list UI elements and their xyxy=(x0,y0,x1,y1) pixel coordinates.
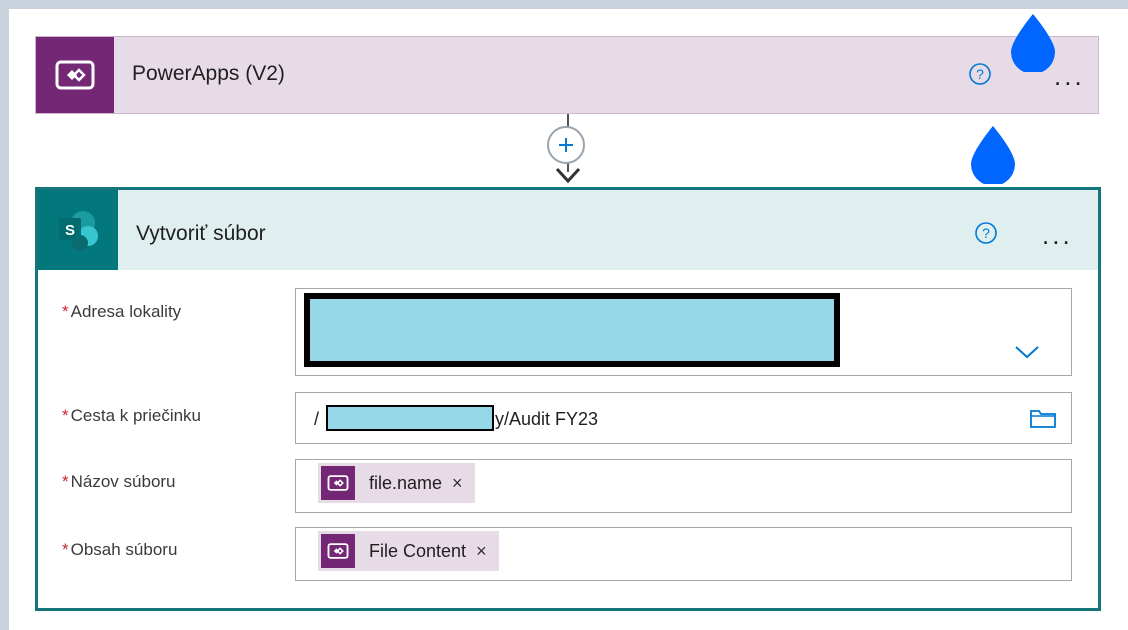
file-content-label: * Obsah súboru xyxy=(62,540,177,560)
more-options-button[interactable]: ... xyxy=(1042,222,1073,248)
required-marker: * xyxy=(62,406,69,425)
powerapps-icon xyxy=(321,534,355,568)
help-icon[interactable]: ? xyxy=(974,221,998,245)
required-marker: * xyxy=(62,302,69,321)
redacted-area xyxy=(326,405,494,431)
plus-icon xyxy=(559,138,573,152)
folder-path-value: y/Audit FY23 xyxy=(495,409,599,429)
chevron-down-icon[interactable] xyxy=(1013,343,1041,361)
arrow-down-icon xyxy=(555,167,581,184)
dynamic-content-token[interactable]: file.name × xyxy=(318,463,475,503)
folder-path-label: * Cesta k priečinku xyxy=(62,406,201,426)
action-card-create-file[interactable]: S Vytvoriť súbor ? ... *Adresa lokality xyxy=(35,187,1101,611)
powerapps-icon xyxy=(36,37,114,113)
insert-step-button[interactable] xyxy=(547,126,585,164)
action-header[interactable]: S Vytvoriť súbor ? ... xyxy=(38,190,1098,270)
file-content-label-text: Obsah súboru xyxy=(70,540,178,559)
dynamic-content-token[interactable]: File Content × xyxy=(318,531,499,571)
sharepoint-icon: S xyxy=(38,190,118,270)
canvas-top-border xyxy=(0,0,1128,9)
folder-path-input[interactable]: / y/Audit FY23 xyxy=(295,392,1072,444)
redacted-area xyxy=(304,293,840,367)
action-title: Vytvoriť súbor xyxy=(136,222,266,245)
remove-token-button[interactable]: × xyxy=(476,541,487,562)
file-name-label-text: Názov súboru xyxy=(70,472,176,491)
folder-icon[interactable] xyxy=(1029,407,1057,429)
trigger-title: PowerApps (V2) xyxy=(132,62,285,85)
folder-path-label-text: Cesta k priečinku xyxy=(70,406,202,425)
drop-marker-icon xyxy=(971,126,1015,184)
drop-marker-icon xyxy=(1011,14,1055,72)
file-content-input[interactable]: File Content × xyxy=(295,527,1072,581)
site-address-dropdown[interactable] xyxy=(295,288,1072,376)
more-options-button[interactable]: ... xyxy=(1054,63,1085,89)
folder-path-prefix: / xyxy=(314,409,320,429)
powerapps-icon xyxy=(321,466,355,500)
remove-token-button[interactable]: × xyxy=(452,473,463,494)
flow-designer-canvas: PowerApps (V2) ? ... S Vytvoriť súbor ? … xyxy=(0,0,1128,630)
site-address-label: * Adresa lokality xyxy=(62,302,181,322)
required-marker: * xyxy=(62,472,69,491)
help-icon[interactable]: ? xyxy=(968,62,992,86)
canvas-left-border xyxy=(0,0,9,630)
trigger-card-powerapps[interactable]: PowerApps (V2) ? ... xyxy=(35,36,1099,114)
file-name-input[interactable]: file.name × xyxy=(295,459,1072,513)
token-label: file.name xyxy=(369,472,443,493)
svg-text:S: S xyxy=(65,222,75,239)
site-address-label-text: Adresa lokality xyxy=(70,302,182,321)
required-marker: * xyxy=(62,540,69,559)
token-label: File Content xyxy=(369,540,467,561)
svg-text:?: ? xyxy=(982,225,990,241)
file-name-label: * Názov súboru xyxy=(62,472,176,492)
svg-text:?: ? xyxy=(976,66,984,82)
